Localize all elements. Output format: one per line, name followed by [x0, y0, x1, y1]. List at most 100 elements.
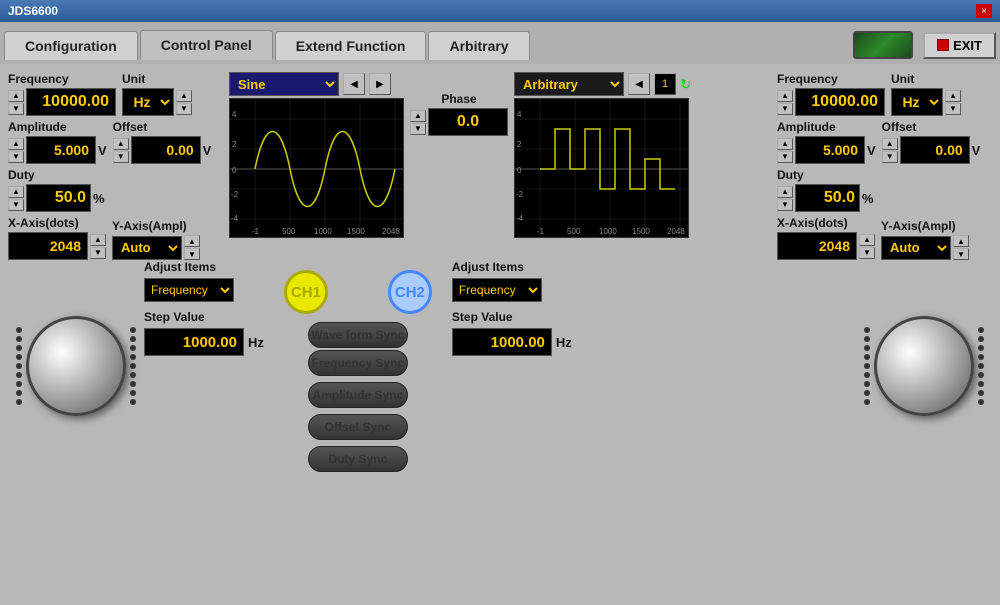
- exit-red-square: [937, 39, 949, 51]
- ch1-duty-down[interactable]: ▼: [8, 199, 24, 211]
- ch1-unit-select[interactable]: Hz KHz MHz: [122, 88, 174, 116]
- dot: [130, 390, 136, 396]
- ch2-freq-spinbtn[interactable]: ▲ ▼: [777, 90, 793, 115]
- ch1-unit-up[interactable]: ▲: [176, 90, 192, 102]
- svg-text:2048: 2048: [382, 227, 400, 236]
- ch2-duty-down[interactable]: ▼: [777, 199, 793, 211]
- ch2-unit-up[interactable]: ▲: [945, 90, 961, 102]
- ch1-xaxis-down[interactable]: ▼: [90, 247, 106, 259]
- ch2-amp-up[interactable]: ▲: [777, 138, 793, 150]
- ch1-offset-up[interactable]: ▲: [113, 138, 129, 150]
- ch1-amp-down[interactable]: ▼: [8, 151, 24, 163]
- ch1-yaxis-spinner: Auto ▲ ▼: [112, 235, 200, 260]
- ch1-yaxis-select[interactable]: Auto: [112, 236, 182, 260]
- ch2-wave-select[interactable]: Arbitrary: [514, 72, 624, 96]
- ch2-amp-spinbtn[interactable]: ▲ ▼: [777, 138, 793, 163]
- waveform-sync-btn[interactable]: Wave form Sync: [308, 322, 408, 348]
- close-button[interactable]: ×: [976, 4, 992, 18]
- ch1-duty-display: 50.0: [26, 184, 91, 212]
- ch1-unit-spinbtn[interactable]: ▲ ▼: [176, 90, 192, 115]
- ch1-xaxis-spinbtn[interactable]: ▲ ▼: [90, 234, 106, 259]
- ch2-offset-down[interactable]: ▼: [882, 151, 898, 163]
- ch2-yaxis-down[interactable]: ▼: [953, 248, 969, 260]
- tab-configuration[interactable]: Configuration: [4, 31, 138, 60]
- phase-label: Phase: [441, 92, 476, 106]
- ch2-duty-up[interactable]: ▲: [777, 186, 793, 198]
- sync-area: CH1 CH2 Wave form Sync Frequency Sync: [284, 260, 432, 472]
- ch1-amp-up[interactable]: ▲: [8, 138, 24, 150]
- ch1-amp-spinbtn[interactable]: ▲ ▼: [8, 138, 24, 163]
- ch1-badge[interactable]: CH1: [284, 270, 328, 314]
- ch2-adjust-select[interactable]: Frequency: [452, 278, 542, 302]
- ch1-freq-up[interactable]: ▲: [8, 90, 24, 102]
- ch2-xaxis-spinbtn[interactable]: ▲ ▼: [859, 234, 875, 259]
- ch2-yaxis-select[interactable]: Auto: [881, 236, 951, 260]
- ch1-knob-area: [16, 316, 136, 416]
- ch1-duty-up[interactable]: ▲: [8, 186, 24, 198]
- dot: [864, 345, 870, 351]
- ch2-unit-group: Unit Hz KHz MHz ▲ ▼: [891, 72, 961, 116]
- ch2-knob-area: [864, 316, 984, 416]
- ch2-freq-down[interactable]: ▼: [777, 103, 793, 115]
- ch2-knob[interactable]: [874, 316, 974, 416]
- offset-sync-label: Offset Sync: [325, 420, 392, 434]
- dot: [864, 336, 870, 342]
- ch2-unit-select[interactable]: Hz KHz MHz: [891, 88, 943, 116]
- tab-extend-function[interactable]: Extend Function: [275, 31, 427, 60]
- ch2-yaxis-spinbtn[interactable]: ▲ ▼: [953, 235, 969, 260]
- ch1-duty-spinbtn[interactable]: ▲ ▼: [8, 186, 24, 211]
- ch2-badge[interactable]: CH2: [388, 270, 432, 314]
- dot: [16, 336, 22, 342]
- ch1-step-display-row: 1000.00 Hz: [144, 328, 264, 356]
- tab-control-panel[interactable]: Control Panel: [140, 30, 273, 60]
- ch2-offset-up[interactable]: ▲: [882, 138, 898, 150]
- ch2-xaxis-group: X-Axis(dots) 2048 ▲ ▼: [777, 216, 875, 260]
- ch1-offset-spinbtn[interactable]: ▲ ▼: [113, 138, 129, 163]
- ch1-wave-prev[interactable]: ◀: [343, 73, 365, 95]
- svg-text:2: 2: [232, 140, 237, 149]
- ch2-amp-down[interactable]: ▼: [777, 151, 793, 163]
- phase-down[interactable]: ▼: [410, 123, 426, 135]
- offset-sync-btn[interactable]: Offset Sync: [308, 414, 408, 440]
- ch1-unit-down[interactable]: ▼: [176, 103, 192, 115]
- ch1-knob[interactable]: [26, 316, 126, 416]
- ch1-xaxis-group: X-Axis(dots) 2048 ▲ ▼: [8, 216, 106, 260]
- ch1-step-row: Step Value: [144, 310, 205, 324]
- ch2-amp-display: 5.000: [795, 136, 865, 164]
- ch2-adjust-label: Adjust Items: [452, 260, 524, 274]
- ch2-refresh-icon[interactable]: ↻: [680, 76, 692, 93]
- ch2-unit-spinbtn[interactable]: ▲ ▼: [945, 90, 961, 115]
- ch1-amp-label: Amplitude: [8, 120, 107, 134]
- dot: [16, 354, 22, 360]
- phase-spinbtn[interactable]: ▲ ▼: [410, 110, 426, 135]
- ch1-yaxis-up[interactable]: ▲: [184, 235, 200, 247]
- ch1-duty-row: Duty ▲ ▼ 50.0 %: [8, 168, 223, 212]
- ch2-yaxis-up[interactable]: ▲: [953, 235, 969, 247]
- duty-sync-btn[interactable]: Duty Sync: [308, 446, 408, 472]
- ch2-duty-spinbtn[interactable]: ▲ ▼: [777, 186, 793, 211]
- ch1-yaxis-spinbtn[interactable]: ▲ ▼: [184, 235, 200, 260]
- ch2-freq-up[interactable]: ▲: [777, 90, 793, 102]
- ch1-freq-down[interactable]: ▼: [8, 103, 24, 115]
- ch2-xaxis-down[interactable]: ▼: [859, 247, 875, 259]
- ch1-wave-select[interactable]: Sine Square Triangle: [229, 72, 339, 96]
- ch2-xaxis-up[interactable]: ▲: [859, 234, 875, 246]
- ch1-freq-spinbtn[interactable]: ▲ ▼: [8, 90, 24, 115]
- ch2-unit-down[interactable]: ▼: [945, 103, 961, 115]
- dot: [864, 399, 870, 405]
- phase-up[interactable]: ▲: [410, 110, 426, 122]
- ch2-knob-dots-left: [864, 327, 870, 405]
- ch1-adjust-select[interactable]: Frequency: [144, 278, 234, 302]
- ch1-xaxis-up[interactable]: ▲: [90, 234, 106, 246]
- ch2-offset-spinbtn[interactable]: ▲ ▼: [882, 138, 898, 163]
- frequency-sync-btn[interactable]: Frequency Sync: [308, 350, 408, 376]
- ch1-badge-label: CH1: [291, 284, 321, 301]
- amplitude-sync-btn[interactable]: Amplitude Sync: [308, 382, 408, 408]
- tab-arbitrary[interactable]: Arbitrary: [428, 31, 529, 60]
- exit-button[interactable]: EXIT: [923, 32, 996, 59]
- ch1-offset-down[interactable]: ▼: [113, 151, 129, 163]
- ch1-wave-next[interactable]: ▶: [369, 73, 391, 95]
- ch2-wave-prev[interactable]: ◀: [628, 73, 650, 95]
- ch1-yaxis-down[interactable]: ▼: [184, 248, 200, 260]
- svg-text:0: 0: [232, 166, 237, 175]
